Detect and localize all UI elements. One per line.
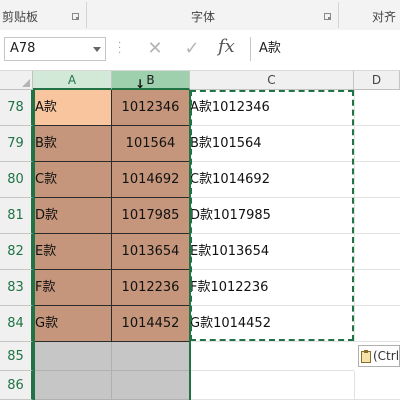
row-header-79[interactable]: 79 [0,126,33,162]
paste-options-label: (Ctrl) [373,349,400,363]
selection-left-border [33,90,35,400]
cell-d83[interactable] [354,270,400,306]
select-all-corner[interactable] [0,71,33,90]
cell-d79[interactable] [354,126,400,162]
cell-a86[interactable] [33,371,112,400]
ribbon-group-clipboard-label: 剪贴板 [2,10,39,24]
cell-c82[interactable]: E款1013654 [190,234,354,270]
cell-a79[interactable]: B款 [33,126,112,162]
cell-b85[interactable] [112,342,190,371]
chevron-down-icon[interactable] [93,47,101,52]
cell-c80[interactable]: C款1014692 [190,162,354,198]
cell-d82[interactable] [354,234,400,270]
cell-c78[interactable]: A款1012346 [190,90,354,126]
row-header-82[interactable]: 82 [0,234,33,270]
font-launcher-icon[interactable] [324,13,331,20]
row-header-83[interactable]: 83 [0,270,33,306]
ribbon-strip: 剪贴板 字体 对齐 [0,0,400,31]
column-header-b[interactable]: B [112,71,190,90]
cell-b83[interactable]: 1012236 [112,270,190,306]
paste-options-button[interactable]: (Ctrl) [358,345,400,367]
cell-c83[interactable]: F款1012236 [190,270,354,306]
cell-a82[interactable]: E款 [33,234,112,270]
cell-c84[interactable]: G款1014452 [190,306,354,342]
cell-d81[interactable] [354,198,400,234]
insert-function-button[interactable]: fx [218,36,235,57]
cancel-formula-button[interactable]: ✕ [143,37,167,61]
cell-a84[interactable]: G款 [33,306,112,342]
column-header-c[interactable]: C [190,71,354,90]
cell-b86[interactable] [112,371,190,400]
clipboard-launcher-icon[interactable] [72,13,79,20]
cell-c79[interactable]: B款101564 [190,126,354,162]
cell-c81[interactable]: D款1017985 [190,198,354,234]
clipboard-icon [361,349,371,363]
ribbon-divider [86,2,87,28]
cell-b82[interactable]: 1013654 [112,234,190,270]
cell-a81[interactable]: D款 [33,198,112,234]
cell-d84[interactable] [354,306,400,342]
column-select-arrow-icon: ↓ [135,77,146,91]
row-header-84[interactable]: 84 [0,306,33,342]
drag-handle-icon[interactable]: · · · [118,39,121,59]
cell-a85[interactable] [33,342,112,371]
enter-formula-button[interactable]: ✓ [180,37,204,61]
row-header-80[interactable]: 80 [0,162,33,198]
cell-d86[interactable] [354,371,400,400]
cell-c86[interactable] [190,371,354,400]
row-header-78[interactable]: 78 [0,90,33,126]
name-box-value: A78 [10,41,36,56]
row-header-81[interactable]: 81 [0,198,33,234]
cell-c85[interactable] [190,342,354,371]
column-header-a[interactable]: A [33,71,112,90]
ribbon-group-font-label: 字体 [191,10,216,24]
cell-a83[interactable]: F款 [33,270,112,306]
cell-b80[interactable]: 1014692 [112,162,190,198]
cell-b78[interactable]: 1012346 [112,90,190,126]
row-header-85[interactable]: 85 [0,342,33,371]
cell-d80[interactable] [354,162,400,198]
selection-right-border [189,90,191,400]
cell-a78[interactable]: A款 [33,90,112,126]
ribbon-divider [338,2,339,28]
formula-bar: A78 · · · ✕ ✓ fx A款 [0,30,400,71]
column-header-d[interactable]: D [354,71,400,90]
cell-b79[interactable]: 101564 [112,126,190,162]
cell-b84[interactable]: 1014452 [112,306,190,342]
name-box[interactable]: A78 [4,37,106,61]
ribbon-group-alignment-label: 对齐 [372,10,397,24]
cell-b81[interactable]: 1017985 [112,198,190,234]
formula-input[interactable]: A款 [250,37,400,61]
row-header-86[interactable]: 86 [0,371,33,400]
cell-a80[interactable]: C款 [33,162,112,198]
cell-d78[interactable] [354,90,400,126]
